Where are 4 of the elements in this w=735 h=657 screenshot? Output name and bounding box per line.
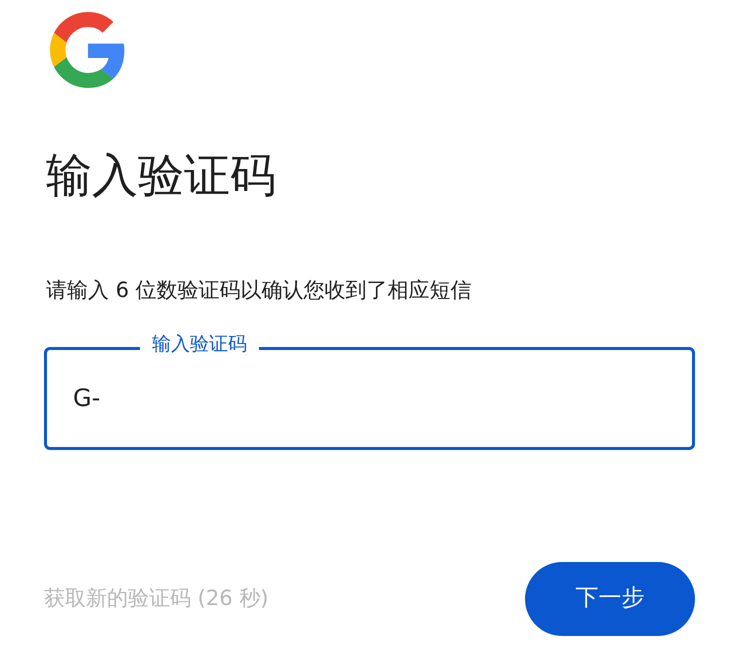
next-button[interactable]: 下一步 <box>525 562 695 636</box>
instruction-text: 请输入 6 位数验证码以确认您收到了相应短信 <box>46 277 473 304</box>
page-title: 输入验证码 <box>46 148 277 204</box>
logo-icon <box>50 12 126 88</box>
